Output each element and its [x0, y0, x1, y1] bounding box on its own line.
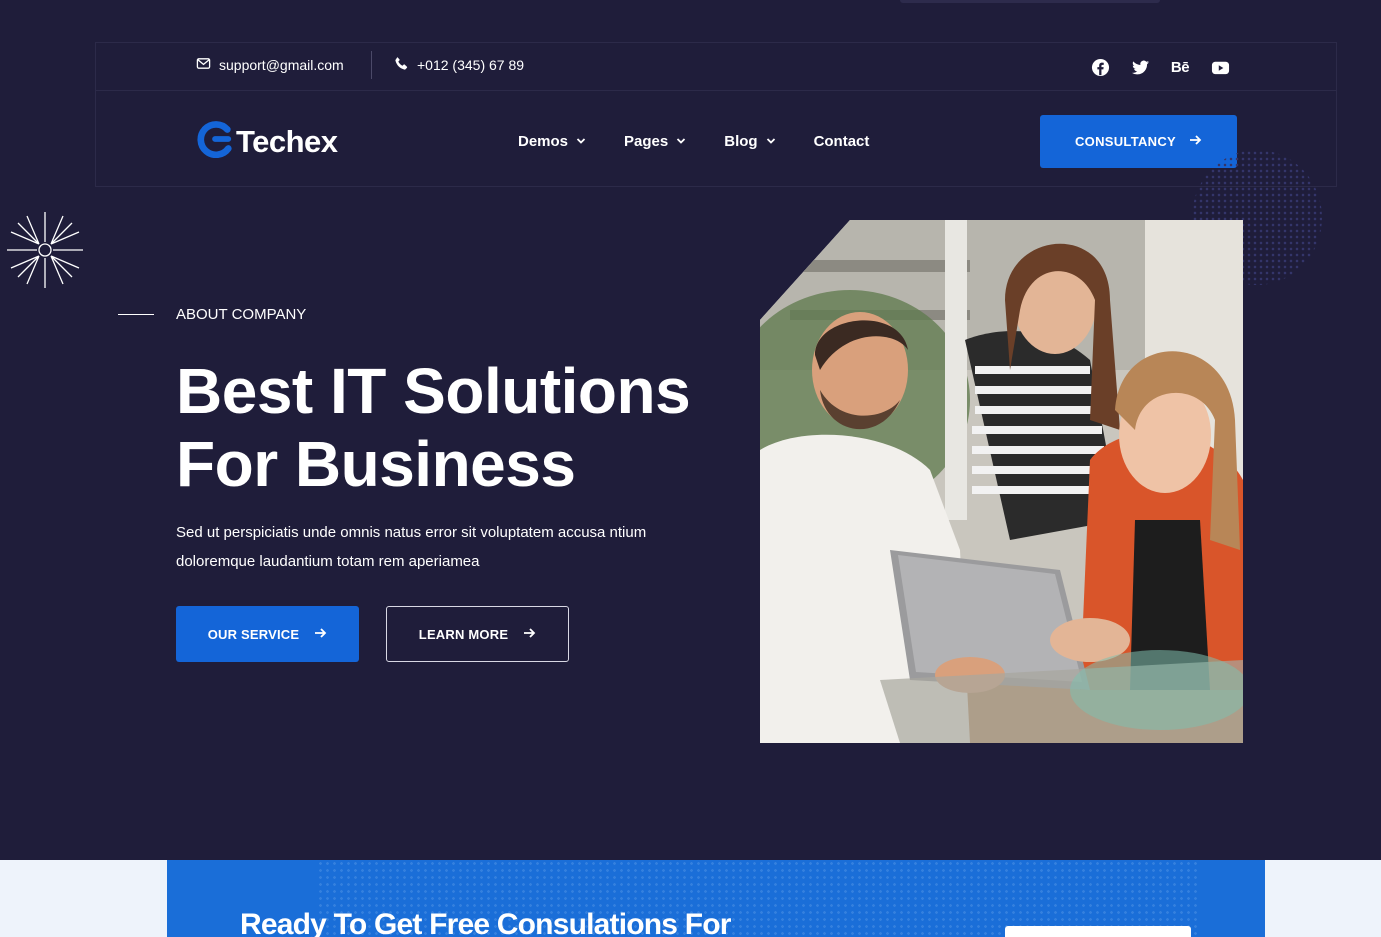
chevron-down-icon [676, 133, 686, 150]
chevron-down-icon [766, 133, 776, 150]
site-logo[interactable]: Techex [196, 120, 338, 163]
brand-name: Techex [236, 123, 338, 159]
top-edge-tab [900, 0, 1160, 3]
top-bar: support@gmail.com +012 (345) 67 89 Bē [96, 43, 1336, 91]
nav-item-label: Demos [518, 133, 569, 150]
site-header: support@gmail.com +012 (345) 67 89 Bē Te… [95, 42, 1337, 187]
facebook-icon[interactable] [1090, 56, 1110, 78]
social-links: Bē [1090, 56, 1230, 78]
nav-item-demos[interactable]: Demos [518, 133, 586, 150]
cta-input-field[interactable] [1005, 926, 1191, 937]
arrow-right-icon [313, 626, 327, 643]
our-service-button[interactable]: OUR SERVICE [176, 606, 359, 662]
hero-title-line2: For Business [176, 428, 576, 500]
sparkle-icon [5, 210, 85, 290]
consultancy-button[interactable]: CONSULTANCY [1040, 115, 1237, 168]
arrow-right-icon [1188, 133, 1202, 150]
nav-item-label: Pages [624, 133, 669, 150]
hero-title: Best IT Solutions For Business [176, 355, 756, 501]
cta-banner: Ready To Get Free Consulations For [167, 860, 1265, 937]
eyebrow-text: ABOUT COMPANY [176, 306, 307, 323]
nav-item-pages[interactable]: Pages [624, 133, 686, 150]
chevron-down-icon [576, 133, 586, 150]
phone-link[interactable]: +012 (345) 67 89 [394, 56, 524, 74]
envelope-icon [196, 56, 211, 74]
hero-description-line1: Sed ut perspiciatis unde omnis natus err… [176, 524, 647, 541]
arrow-right-icon [522, 626, 536, 643]
phone-icon [394, 56, 409, 74]
nav-item-label: Blog [724, 133, 758, 150]
hero-description-line2: doloremque laudantium totam rem aperiame… [176, 553, 480, 570]
consultancy-label: CONSULTANCY [1074, 134, 1177, 149]
nav-item-label: Contact [813, 133, 870, 150]
main-nav: Demos Pages Blog Contact [518, 133, 869, 150]
hero-description: Sed ut perspiciatis unde omnis natus err… [176, 518, 696, 576]
phone-text: +012 (345) 67 89 [417, 57, 525, 73]
techex-logo-icon [196, 120, 234, 163]
hero-section: support@gmail.com +012 (345) 67 89 Bē Te… [0, 0, 1381, 860]
hero-title-line1: Best IT Solutions [176, 355, 691, 427]
eyebrow: ABOUT COMPANY [118, 306, 306, 323]
behance-icon[interactable]: Bē [1170, 56, 1190, 78]
eyebrow-line [118, 314, 154, 315]
email-text: support@gmail.com [219, 57, 344, 73]
nav-item-contact[interactable]: Contact [814, 133, 870, 150]
nav-item-blog[interactable]: Blog [724, 133, 775, 150]
youtube-icon[interactable] [1210, 56, 1230, 78]
learn-more-label: LEARN MORE [418, 626, 509, 642]
learn-more-button[interactable]: LEARN MORE [386, 606, 569, 662]
twitter-icon[interactable] [1130, 56, 1150, 78]
hero-team-photo [760, 220, 1243, 743]
topbar-divider [371, 51, 372, 79]
cta-title: Ready To Get Free Consulations For [240, 908, 731, 937]
our-service-label: OUR SERVICE [207, 626, 300, 642]
email-link[interactable]: support@gmail.com [196, 56, 344, 74]
